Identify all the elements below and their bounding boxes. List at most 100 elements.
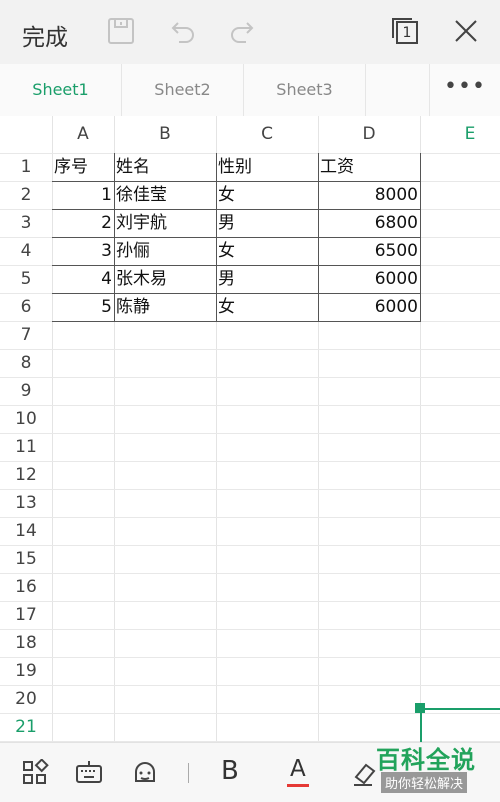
cell-c1[interactable]: 性别 [218, 153, 252, 181]
tab-sheet2[interactable]: Sheet2 [122, 64, 244, 116]
font-color-label: A [290, 756, 306, 782]
row-header[interactable]: 15 [0, 545, 52, 573]
spreadsheet-grid[interactable]: A B C D E 1 2 3 4 5 6 7 8 9 10 11 12 13 … [0, 116, 500, 742]
row-header[interactable]: 19 [0, 657, 52, 685]
row-header-selected[interactable]: 21 [0, 713, 52, 741]
gridline [0, 601, 500, 602]
row-header[interactable]: 10 [0, 405, 52, 433]
row-header[interactable]: 6 [0, 293, 52, 321]
row-header[interactable]: 16 [0, 573, 52, 601]
gridline [0, 685, 500, 686]
tab-sheet1[interactable]: Sheet1 [0, 64, 122, 116]
gridline [0, 489, 500, 490]
font-color-icon[interactable]: A [287, 755, 311, 787]
toolbar-divider [188, 763, 189, 783]
table-border [216, 153, 217, 321]
table-border [52, 209, 421, 210]
row-header[interactable]: 11 [0, 433, 52, 461]
redo-icon[interactable] [228, 16, 258, 46]
table-border [420, 153, 421, 321]
gridline [0, 545, 500, 546]
gridline [0, 349, 500, 350]
cell-b3[interactable]: 刘宇航 [116, 209, 167, 237]
row-header[interactable]: 13 [0, 489, 52, 517]
gridline [0, 517, 500, 518]
page-count-icon[interactable]: 1 [390, 16, 420, 46]
more-sheets-button[interactable]: ••• [430, 64, 500, 116]
sheet-tabs: Sheet1 Sheet2 Sheet3 ••• [0, 64, 500, 117]
gridline [0, 657, 500, 658]
row-header[interactable]: 12 [0, 461, 52, 489]
row-header[interactable]: 7 [0, 321, 52, 349]
row-header[interactable]: 4 [0, 237, 52, 265]
cell-d3[interactable]: 6800 [318, 209, 418, 237]
row-header[interactable]: 8 [0, 349, 52, 377]
table-border [52, 265, 421, 266]
gridline [0, 629, 500, 630]
column-header-a[interactable]: A [52, 116, 114, 153]
row-header[interactable]: 18 [0, 629, 52, 657]
cell-b6[interactable]: 陈静 [116, 293, 150, 321]
cell-a5[interactable]: 4 [52, 265, 112, 293]
table-border [114, 153, 115, 321]
row-header[interactable]: 17 [0, 601, 52, 629]
cell-c3[interactable]: 男 [218, 209, 235, 237]
cell-a6[interactable]: 5 [52, 293, 112, 321]
table-border [52, 293, 421, 294]
row-header[interactable]: 3 [0, 209, 52, 237]
top-toolbar: 完成 1 [0, 0, 500, 64]
undo-icon[interactable] [167, 16, 197, 46]
row-header[interactable]: 20 [0, 685, 52, 713]
cell-d2[interactable]: 8000 [318, 181, 418, 209]
row-header[interactable]: 5 [0, 265, 52, 293]
gridline [0, 405, 500, 406]
watermark-subtitle: 助你轻松解决 [381, 772, 468, 793]
row-header[interactable]: 9 [0, 377, 52, 405]
font-color-swatch [287, 784, 309, 787]
bold-icon[interactable]: B [221, 755, 245, 787]
cell-c2[interactable]: 女 [218, 181, 235, 209]
watermark-title: 百科全说 [376, 746, 476, 774]
page-count-label: 1 [402, 25, 412, 41]
cell-c4[interactable]: 女 [218, 237, 235, 265]
gridline [0, 377, 500, 378]
row-header[interactable]: 14 [0, 517, 52, 545]
cell-b5[interactable]: 张木易 [116, 265, 167, 293]
gridline [0, 433, 500, 434]
cell-c6[interactable]: 女 [218, 293, 235, 321]
cell-a4[interactable]: 3 [52, 237, 112, 265]
save-icon[interactable] [106, 16, 136, 46]
cell-a2[interactable]: 1 [52, 181, 112, 209]
table-border [318, 153, 319, 321]
cell-b1[interactable]: 姓名 [116, 153, 150, 181]
keyboard-icon[interactable] [75, 759, 103, 787]
apps-icon[interactable] [21, 759, 49, 787]
selected-cell-e21[interactable] [420, 708, 500, 742]
tab-sheet3[interactable]: Sheet3 [244, 64, 366, 116]
emoji-icon[interactable] [131, 759, 159, 787]
column-header-e[interactable]: E [420, 116, 500, 153]
cell-d4[interactable]: 6500 [318, 237, 418, 265]
cell-b2[interactable]: 徐佳莹 [116, 181, 167, 209]
table-border [52, 237, 421, 238]
cell-d6[interactable]: 6000 [318, 293, 418, 321]
close-icon[interactable] [451, 16, 481, 46]
table-border [52, 321, 421, 322]
table-border [52, 181, 421, 182]
cell-d1[interactable]: 工资 [320, 153, 354, 181]
gridline [0, 461, 500, 462]
done-button[interactable]: 完成 [22, 18, 68, 52]
row-header[interactable]: 1 [0, 153, 52, 181]
cell-a1[interactable]: 序号 [54, 153, 88, 181]
cell-d5[interactable]: 6000 [318, 265, 418, 293]
column-header-b[interactable]: B [114, 116, 216, 153]
cell-c5[interactable]: 男 [218, 265, 235, 293]
cell-a3[interactable]: 2 [52, 209, 112, 237]
selection-handle[interactable] [415, 703, 425, 713]
row-header[interactable]: 2 [0, 181, 52, 209]
column-header-d[interactable]: D [318, 116, 420, 153]
cell-b4[interactable]: 孙俪 [116, 237, 150, 265]
column-header-c[interactable]: C [216, 116, 318, 153]
tab-empty [366, 64, 430, 116]
gridline [0, 573, 500, 574]
